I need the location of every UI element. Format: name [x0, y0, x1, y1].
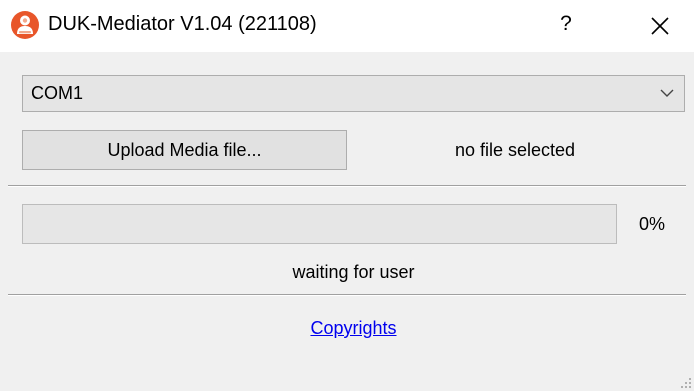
- status-text: waiting for user: [292, 262, 415, 282]
- app-logo-icon: [11, 11, 39, 39]
- separator: [8, 185, 686, 187]
- file-status-text: no file selected: [454, 140, 576, 160]
- close-button[interactable]: [640, 8, 680, 42]
- copyright-link-container: Copyrights: [22, 314, 685, 342]
- separator: [8, 294, 686, 296]
- help-button[interactable]: ?: [546, 8, 586, 40]
- copyrights-link[interactable]: Copyrights: [310, 318, 396, 338]
- close-icon: [651, 17, 669, 35]
- com-port-value: COM1: [31, 83, 84, 103]
- chevron-down-icon: [660, 89, 674, 97]
- com-port-select[interactable]: COM1: [22, 75, 685, 112]
- title-bar: DUK-Mediator V1.04 (221108) ?: [0, 0, 694, 52]
- resize-grip-icon[interactable]: [680, 377, 692, 389]
- upload-media-button[interactable]: Upload Media file...: [22, 130, 347, 170]
- progress-bar: [22, 204, 617, 244]
- progress-percent: 0%: [638, 214, 665, 234]
- window-title: DUK-Mediator V1.04 (221108): [48, 13, 317, 35]
